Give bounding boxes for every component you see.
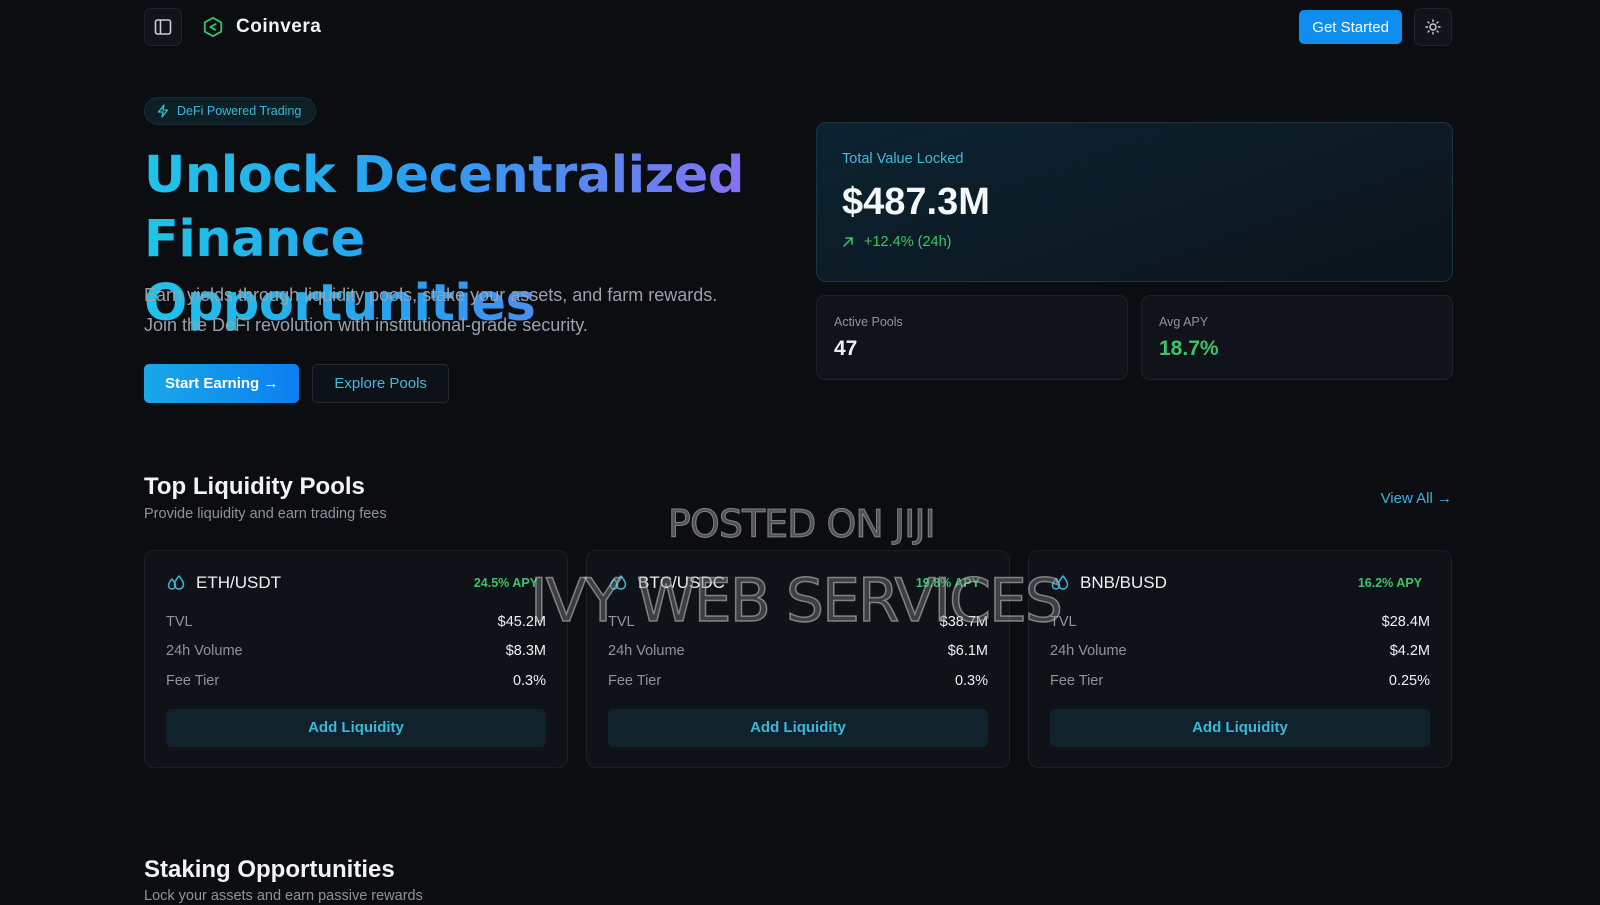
nav-right: Get Started <box>1299 8 1452 46</box>
sun-icon <box>1425 19 1441 35</box>
hero-description: Earn yields through liquidity pools, sta… <box>144 285 718 335</box>
metric-label: Fee Tier <box>1050 672 1104 689</box>
metric-value: 0.3% <box>954 672 988 689</box>
stat-card-active-pools: Active Pools 47 <box>816 295 1128 380</box>
explore-pools-button[interactable]: Explore Pools <box>312 364 449 403</box>
pool-metric-row: 24h Volume $4.2M <box>1050 637 1430 667</box>
droplets-icon <box>167 575 185 590</box>
pool-metrics: TVL $45.2M 24h Volume $8.3M Fee Tier 0.3% <box>166 607 546 696</box>
top-nav: Coinvera Get Started <box>144 8 1452 46</box>
stat-card-avg-apy: Avg APY 18.7% <box>1141 295 1453 380</box>
metric-label: Fee Tier <box>608 672 662 689</box>
tvl-change: +12.4% (24h) <box>842 234 1427 250</box>
coinvera-logo-icon <box>203 16 223 38</box>
metric-value: 0.25% <box>1388 672 1430 689</box>
start-earning-button[interactable]: Start Earning → <box>144 364 300 403</box>
tvl-change-value: +12.4% (24h) <box>864 234 952 250</box>
add-liquidity-button[interactable]: Add Liquidity <box>166 708 546 747</box>
pool-name: BNB/BUSD <box>1080 573 1167 592</box>
hero-badge: DeFi Powered Trading <box>144 97 317 125</box>
stat-label: Active Pools <box>834 315 903 329</box>
brand-name: Coinvera <box>236 16 322 37</box>
arrow-up-right-icon <box>843 237 853 247</box>
pool-apy-badge: 24.5% APY <box>473 576 538 590</box>
metric-value: $8.3M <box>505 643 546 660</box>
hero-actions: Start Earning → Explore Pools <box>144 364 449 403</box>
pool-card: ETH/USDT 24.5% APY TVL $45.2M 24h Volume $… <box>144 550 568 768</box>
metric-label: TVL <box>166 613 193 630</box>
stat-value: 47 <box>834 337 858 360</box>
page: Coinvera Get Started DeFi Powered Tradin… <box>0 0 1600 905</box>
pool-metric-row: TVL $45.2M <box>166 607 546 637</box>
pool-metric-row: TVL $28.4M <box>1050 607 1430 637</box>
metric-value: $4.2M <box>1389 643 1430 660</box>
pool-header: BNB/BUSD 16.2% APY <box>1050 571 1430 595</box>
pool-name-wrap: ETH/USDT <box>166 573 281 593</box>
add-liquidity-button[interactable]: Add Liquidity <box>1050 708 1430 747</box>
pool-metric-row: 24h Volume $8.3M <box>166 637 546 667</box>
metric-value: 0.3% <box>512 672 546 689</box>
pool-metric-row: Fee Tier 0.3% <box>608 666 988 696</box>
get-started-button[interactable]: Get Started <box>1299 10 1402 44</box>
hero-badge-label: DeFi Powered Trading <box>177 104 302 118</box>
brand[interactable]: Coinvera <box>202 16 321 38</box>
stat-label: Avg APY <box>1159 315 1209 329</box>
pool-name: ETH/USDT <box>196 573 281 592</box>
hero-title-line1: Unlock Decentralized <box>144 146 744 205</box>
tvl-card: Total Value Locked $487.3M +12.4% (24h) <box>816 122 1453 282</box>
add-liquidity-button[interactable]: Add Liquidity <box>608 708 988 747</box>
pool-apy-badge: 16.2% APY <box>1357 576 1422 590</box>
pools-section-title: Top Liquidity Pools <box>144 473 365 500</box>
theme-toggle-button[interactable] <box>1414 8 1452 46</box>
metric-label: 24h Volume <box>608 643 685 660</box>
staking-section-subtitle: Lock your assets and earn passive reward… <box>144 888 423 904</box>
metric-value: $6.1M <box>947 643 988 660</box>
pool-metric-row: Fee Tier 0.25% <box>1050 666 1430 696</box>
watermark-line2: IVY WEB SERVICES <box>529 565 1063 637</box>
stat-row: Active Pools 47 Avg APY 18.7% <box>816 295 1453 380</box>
sidebar-toggle-icon <box>154 19 172 35</box>
nav-left: Coinvera <box>144 8 321 46</box>
pool-card: BNB/BUSD 16.2% APY TVL $28.4M 24h Volume $… <box>1028 550 1452 768</box>
pool-metric-row: Fee Tier 0.3% <box>166 666 546 696</box>
metric-value: $28.4M <box>1381 613 1430 630</box>
pools-section-subtitle: Provide liquidity and earn trading fees <box>144 506 387 522</box>
metric-label: Fee Tier <box>166 672 220 689</box>
tvl-value: $487.3M <box>842 181 990 223</box>
pool-header: ETH/USDT 24.5% APY <box>166 571 546 595</box>
tvl-label: Total Value Locked <box>842 151 964 167</box>
pool-name-wrap: BNB/BUSD <box>1050 573 1167 593</box>
pool-metrics: TVL $28.4M 24h Volume $4.2M Fee Tier 0.25% <box>1050 607 1430 696</box>
lightning-icon <box>157 104 169 118</box>
sidebar-toggle-button[interactable] <box>144 8 182 46</box>
pool-metric-row: 24h Volume $6.1M <box>608 637 988 667</box>
stat-value: 18.7% <box>1159 337 1219 360</box>
view-all-link[interactable]: View All → <box>1381 490 1452 507</box>
metric-label: 24h Volume <box>1050 643 1127 660</box>
staking-section-title: Staking Opportunities <box>144 856 395 883</box>
watermark-line1: POSTED ON JIJI <box>668 502 937 547</box>
metric-label: 24h Volume <box>166 643 243 660</box>
